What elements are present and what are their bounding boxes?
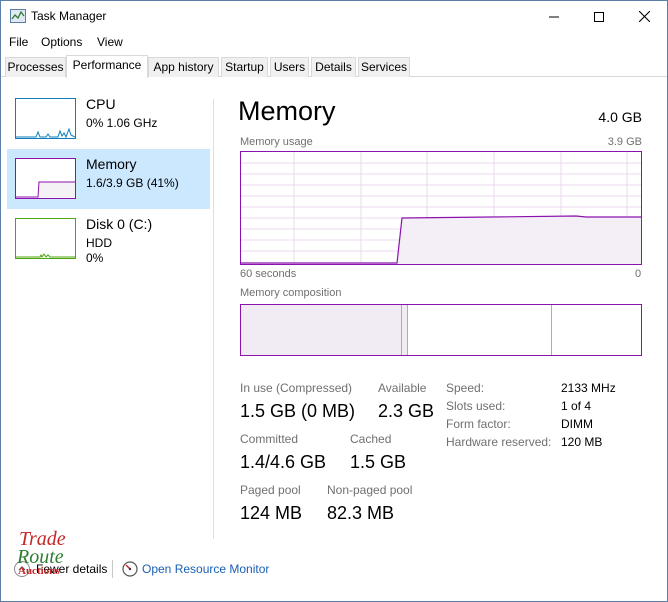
resource-sidebar: CPU 0% 1.06 GHz Memory 1.6/3.9 GB (41%) …: [1, 79, 213, 539]
svg-text:Auctions: Auctions: [18, 565, 60, 577]
tab-performance[interactable]: Performance: [66, 55, 148, 78]
page-title: Memory: [238, 96, 336, 126]
memory-thumbnail-graph: [15, 158, 76, 199]
task-manager-icon: [10, 9, 26, 23]
spec-speed-label: Speed:: [446, 381, 485, 395]
spec-form-factor-label: Form factor:: [446, 417, 511, 431]
paged-pool-value: 124 MB: [240, 503, 303, 523]
sidebar-item-detail: 0%: [86, 251, 104, 265]
memory-usage-graph: [240, 151, 642, 265]
available-value: 2.3 GB: [378, 401, 435, 421]
sidebar-item-detail: 1.6/3.9 GB (41%): [86, 176, 179, 190]
paged-pool-label: Paged pool: [240, 483, 301, 497]
title-bar: Task Manager: [1, 1, 667, 32]
footer: Fewer details Open Resource Monitor: [1, 556, 667, 582]
maximize-icon: [594, 11, 604, 22]
disk-thumbnail-graph: [15, 218, 76, 259]
tab-strip: Processes Performance App history Startu…: [1, 55, 667, 78]
sidebar-divider: [213, 99, 214, 539]
composition-in-use: [241, 305, 401, 355]
sidebar-item-disk-0[interactable]: Disk 0 (C:) HDD 0%: [7, 209, 210, 269]
sidebar-item-name: Disk 0 (C:): [86, 216, 153, 232]
sidebar-item-detail: HDD: [86, 236, 112, 250]
sidebar-item-cpu[interactable]: CPU 0% 1.06 GHz: [7, 89, 210, 149]
committed-label: Committed: [240, 432, 299, 446]
tab-app-history[interactable]: App history: [148, 57, 219, 77]
non-paged-pool-value: 82.3 MB: [327, 503, 395, 523]
memory-total: 4.0 GB: [598, 109, 642, 125]
spec-form-factor-value: DIMM: [561, 417, 593, 431]
minimize-button[interactable]: [531, 1, 577, 32]
composition-standby-divider: [551, 305, 552, 355]
menu-view[interactable]: View: [97, 35, 123, 49]
footer-separator: [112, 560, 113, 578]
task-manager-window: Task Manager File Options View Processes…: [0, 0, 668, 602]
available-label: Available: [378, 381, 427, 395]
cached-label: Cached: [350, 432, 392, 446]
graph-time-right: 0: [635, 268, 642, 280]
tab-details[interactable]: Details: [311, 57, 356, 77]
close-icon: [638, 11, 650, 22]
composition-label: Memory composition: [240, 287, 342, 299]
sidebar-item-detail: 0% 1.06 GHz: [86, 116, 158, 130]
spec-slots-value: 1 of 4: [561, 399, 592, 413]
menu-options[interactable]: Options: [41, 35, 82, 49]
tab-startup[interactable]: Startup: [221, 57, 268, 77]
spec-hw-reserved-value: 120 MB: [561, 435, 603, 449]
non-paged-pool-label: Non-paged pool: [327, 483, 413, 497]
close-button[interactable]: [621, 1, 667, 32]
open-resource-monitor-link[interactable]: Open Resource Monitor: [142, 562, 269, 576]
cached-value: 1.5 GB: [350, 452, 407, 472]
spec-hw-reserved-label: Hardware reserved:: [446, 435, 552, 449]
resource-monitor-icon[interactable]: [122, 561, 138, 577]
sidebar-item-memory[interactable]: Memory 1.6/3.9 GB (41%): [7, 149, 210, 209]
spec-speed-value: 2133 MHz: [561, 381, 616, 395]
usage-graph-label: Memory usage: [240, 136, 313, 148]
in-use-value: 1.5 GB (0 MB): [240, 401, 356, 421]
usage-graph-max: 3.9 GB: [607, 136, 642, 148]
in-use-label: In use (Compressed): [240, 381, 353, 395]
menu-bar: File Options View: [1, 33, 667, 51]
spec-slots-label: Slots used:: [446, 399, 506, 413]
window-title: Task Manager: [31, 9, 107, 23]
memory-composition-bar: [240, 304, 642, 356]
sidebar-item-name: CPU: [86, 96, 116, 112]
minimize-icon: [549, 16, 559, 17]
committed-value: 1.4/4.6 GB: [240, 452, 327, 472]
menu-file[interactable]: File: [9, 35, 28, 49]
tab-services[interactable]: Services: [358, 57, 410, 77]
graph-time-left: 60 seconds: [240, 268, 297, 280]
tab-processes[interactable]: Processes: [5, 57, 66, 77]
maximize-button[interactable]: [576, 1, 622, 32]
watermark-logo: Trade Route Auctions: [15, 527, 87, 587]
cpu-thumbnail-graph: [15, 98, 76, 139]
tab-users[interactable]: Users: [270, 57, 309, 77]
sidebar-item-name: Memory: [86, 156, 137, 172]
memory-usage-plot: [241, 152, 641, 264]
